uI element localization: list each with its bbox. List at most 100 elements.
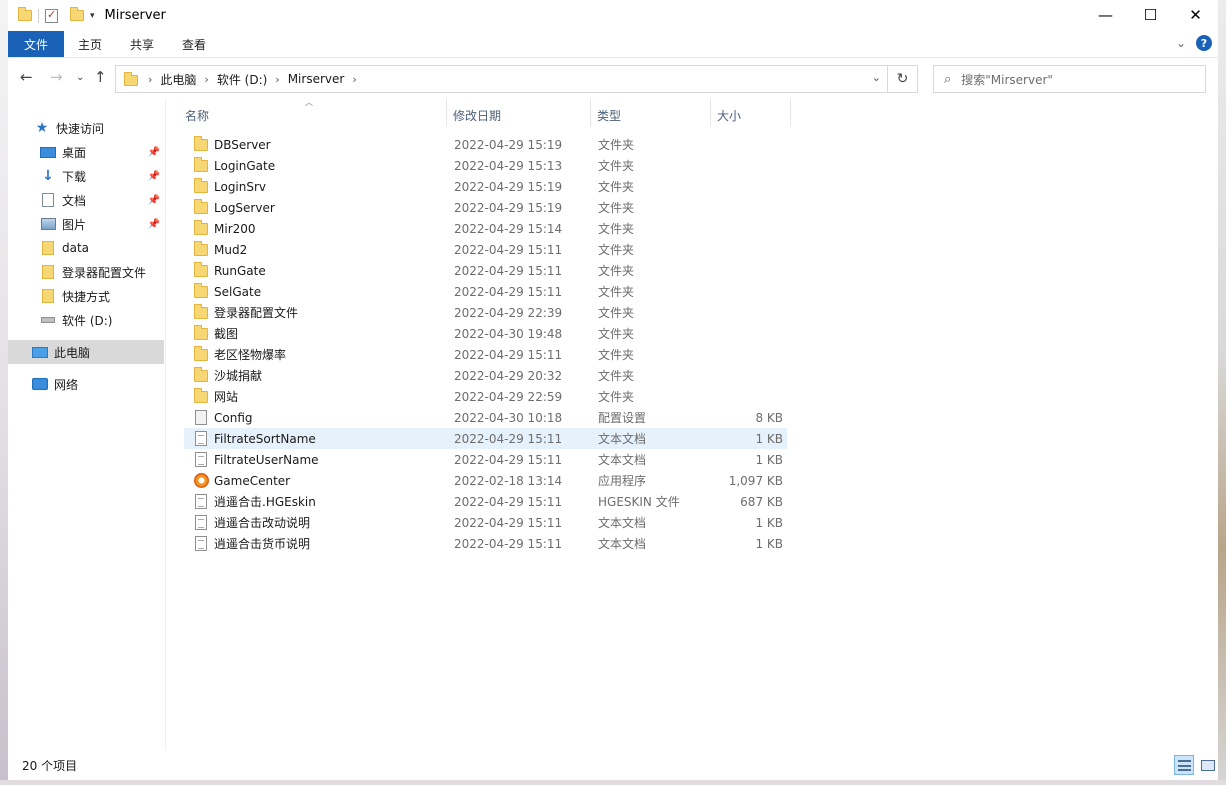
column-divider[interactable] [790, 99, 791, 127]
forward-arrow-icon[interactable]: → [50, 68, 63, 86]
sidebar-item-pictures[interactable]: 图片 📌 [8, 212, 164, 236]
search-placeholder: 搜索"Mirserver" [961, 72, 1053, 87]
folder-icon [194, 199, 208, 214]
file-name: SelGate [214, 284, 262, 299]
tab-share[interactable]: 共享 [116, 31, 168, 57]
sidebar-item-label: data [62, 241, 90, 255]
file-row[interactable]: DBServer 2022-04-29 15:19 文件夹 [184, 134, 787, 155]
file-row[interactable]: FiltrateUserName 2022-04-29 15:11 文本文档 1 KB [184, 449, 787, 470]
new-folder-icon[interactable] [70, 7, 84, 21]
maximize-button[interactable]: ☐ [1128, 0, 1173, 30]
column-header-name[interactable]: 名称 [178, 103, 446, 127]
file-size: 1 KB [755, 515, 783, 530]
help-icon[interactable]: ? [1196, 35, 1212, 51]
back-arrow-icon[interactable]: ← [20, 68, 33, 86]
address-bar[interactable]: › 此电脑 › 软件 (D:) › Mirserver › ⌄ [115, 65, 888, 93]
refresh-button[interactable]: ↻ [888, 65, 918, 93]
properties-icon[interactable] [45, 8, 58, 23]
breadcrumb-this-pc[interactable]: 此电脑 [160, 71, 196, 88]
file-row[interactable]: LogServer 2022-04-29 15:19 文件夹 [184, 197, 787, 218]
pin-icon[interactable]: 📌 [148, 171, 160, 182]
file-modified-date: 2022-04-29 15:11 [454, 452, 563, 467]
search-input[interactable]: ⌕ 搜索"Mirserver" [933, 65, 1206, 93]
file-row[interactable]: LoginSrv 2022-04-29 15:19 文件夹 [184, 176, 787, 197]
file-name: 逍遥合击.HGEskin [214, 495, 316, 509]
tab-file[interactable]: 文件 [8, 31, 65, 57]
column-header-type[interactable]: 类型 [590, 103, 710, 127]
file-row[interactable]: GameCenter 2022-02-18 13:14 应用程序 1,097 KB [184, 470, 787, 491]
file-modified-date: 2022-04-29 15:13 [454, 158, 563, 173]
sidebar-item-drive-d[interactable]: 软件 (D:) [8, 308, 164, 332]
details-view-icon [1177, 759, 1191, 771]
sidebar-item-desktop[interactable]: 桌面 📌 [8, 140, 164, 164]
file-modified-date: 2022-04-29 15:11 [454, 431, 563, 446]
file-name: 逍遥合击货币说明 [214, 537, 311, 551]
computer-icon [32, 346, 48, 358]
address-history-chevron-icon[interactable]: ⌄ [872, 71, 881, 84]
pin-icon[interactable]: 📌 [148, 147, 160, 158]
sidebar-item-data[interactable]: data [8, 236, 164, 260]
file-row[interactable]: 逍遥合击.HGEskin 2022-04-29 15:11 HGESKIN 文件 68… [184, 491, 787, 512]
file-modified-date: 2022-04-30 10:18 [454, 410, 563, 425]
breadcrumb-mirserver[interactable]: Mirserver [288, 72, 345, 86]
sidebar-item-label: 桌面 [62, 145, 87, 160]
sidebar-item-downloads[interactable]: ↓ 下载 📌 [8, 164, 164, 188]
breadcrumb-drive-d[interactable]: 软件 (D:) [217, 71, 267, 88]
column-header-size[interactable]: 大小 [710, 103, 790, 127]
tab-view[interactable]: 查看 [168, 31, 220, 57]
large-icons-view-button[interactable] [1198, 755, 1218, 775]
file-size: 1 KB [755, 431, 783, 446]
expand-ribbon-chevron-icon[interactable]: ⌄ [1176, 36, 1186, 50]
taskbar-edge [0, 780, 1226, 785]
file-row[interactable]: 网站 2022-04-29 22:59 文件夹 [184, 386, 787, 407]
text-file-icon [195, 494, 207, 509]
folder-icon [194, 367, 208, 382]
sidebar-item-label: 文档 [62, 193, 87, 208]
file-size: 1,097 KB [728, 473, 783, 488]
file-row[interactable]: Config 2022-04-30 10:18 配置设置 8 KB [184, 407, 787, 428]
sidebar-item-label: 下载 [62, 169, 87, 184]
file-row[interactable]: 老区怪物爆率 2022-04-29 15:11 文件夹 [184, 344, 787, 365]
file-row[interactable]: 沙城捐献 2022-04-29 20:32 文件夹 [184, 365, 787, 386]
folder-icon [194, 178, 208, 193]
file-type: 文件夹 [598, 201, 635, 215]
customize-toolbar-chevron-icon[interactable]: ▾ [90, 11, 95, 21]
recent-locations-chevron-icon[interactable]: ⌄ [76, 72, 84, 83]
file-modified-date: 2022-04-29 15:11 [454, 494, 563, 509]
column-header-date[interactable]: 修改日期 [446, 103, 590, 127]
pin-icon[interactable]: 📌 [148, 219, 160, 230]
folder-icon [194, 241, 208, 256]
item-count: 20 个项目 [22, 758, 78, 773]
drive-icon [41, 317, 55, 323]
sidebar-item-documents[interactable]: 文档 📌 [8, 188, 164, 212]
sidebar-item-quick-access[interactable]: ★ 快速访问 [8, 116, 164, 140]
tab-home[interactable]: 主页 [64, 31, 116, 57]
file-row[interactable]: 截图 2022-04-30 19:48 文件夹 [184, 323, 787, 344]
file-type: 文本文档 [598, 537, 647, 551]
file-row[interactable]: 逍遥合击改动说明 2022-04-29 15:11 文本文档 1 KB [184, 512, 787, 533]
sidebar-item-launcher-config[interactable]: 登录器配置文件 [8, 260, 164, 284]
folder-icon [42, 289, 54, 303]
text-file-icon [195, 431, 207, 446]
close-button[interactable]: ✕ [1173, 0, 1218, 30]
details-view-button[interactable] [1174, 755, 1194, 775]
file-type: 文件夹 [598, 159, 635, 173]
file-row[interactable]: 逍遥合击货币说明 2022-04-29 15:11 文本文档 1 KB [184, 533, 787, 554]
file-row[interactable]: 登录器配置文件 2022-04-29 22:39 文件夹 [184, 302, 787, 323]
file-row[interactable]: RunGate 2022-04-29 15:11 文件夹 [184, 260, 787, 281]
file-row[interactable]: Mir200 2022-04-29 15:14 文件夹 [184, 218, 787, 239]
up-arrow-icon[interactable]: ↑ [94, 68, 107, 86]
sidebar-item-this-pc[interactable]: 此电脑 [8, 340, 164, 364]
file-list: ︿ 名称 修改日期 类型 大小 DBServer 2022-04-29 15:19… [178, 98, 1218, 750]
pin-icon[interactable]: 📌 [148, 195, 160, 206]
text-file-icon [195, 452, 207, 467]
minimize-button[interactable]: — [1083, 0, 1128, 30]
file-row[interactable]: SelGate 2022-04-29 15:11 文件夹 [184, 281, 787, 302]
file-row[interactable]: FiltrateSortName 2022-04-29 15:11 文本文档 1 KB [184, 428, 787, 449]
file-row[interactable]: LoginGate 2022-04-29 15:13 文件夹 [184, 155, 787, 176]
sidebar-item-network[interactable]: 网络 [8, 372, 164, 396]
desktop-edge-left [0, 0, 8, 785]
file-row[interactable]: Mud2 2022-04-29 15:11 文件夹 [184, 239, 787, 260]
file-type: 文件夹 [598, 285, 635, 299]
sidebar-item-shortcuts[interactable]: 快捷方式 [8, 284, 164, 308]
